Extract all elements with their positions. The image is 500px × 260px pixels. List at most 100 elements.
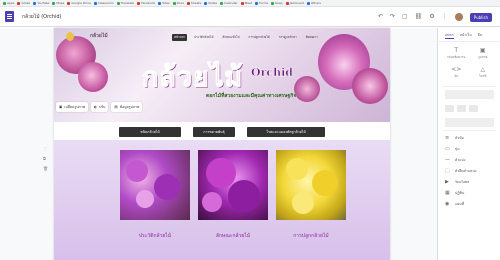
divider-icon: — <box>445 157 450 163</box>
pests-button[interactable]: โรคและแมลงศัตรูกล้วยไม้ <box>247 127 325 137</box>
bookmark-item[interactable]: Forms <box>255 1 268 5</box>
bookmark-item[interactable]: Apps <box>3 1 14 5</box>
nav-item[interactable]: ประวัติกล้วยไม้ <box>192 34 215 41</box>
bookmark-item[interactable]: Sheets <box>186 1 201 5</box>
editor-canvas: ⋮ ⧉ 🗑 กล้วยไม้ หน้าแรก ประวัติกล้วยไม้ ลัก… <box>0 28 438 260</box>
bookmark-item[interactable]: Google Drive <box>67 1 91 5</box>
orchid-photo[interactable] <box>276 150 346 220</box>
layout-placeholder[interactable] <box>445 90 494 99</box>
undo-icon[interactable]: ↶ <box>378 14 383 20</box>
bookmark-item[interactable]: Docs <box>172 1 184 5</box>
bookmark-favicon-icon <box>116 1 120 5</box>
site-logo-icon[interactable] <box>66 32 74 41</box>
header-type-button[interactable]: ▤ ข้อมูลรูปภาพ <box>111 102 143 112</box>
orchid-photo[interactable] <box>198 150 268 220</box>
bookmark-item[interactable]: Others <box>306 1 321 5</box>
layout-placeholder[interactable] <box>445 118 494 127</box>
insert-item-heading[interactable]: ≡ หัวข้อ <box>445 135 494 141</box>
document-title[interactable]: กล้วยไม้ (Orchid) <box>22 13 62 21</box>
bookmark-favicon-icon <box>240 1 244 5</box>
nav-item[interactable]: การปลูกกล้วยไม้ <box>247 34 272 41</box>
insert-text-box[interactable]: T กล่องข้อความ <box>445 47 468 60</box>
nav-item[interactable]: ติดต่อเรา <box>304 34 320 41</box>
publish-button[interactable]: Publish <box>469 12 492 22</box>
insert-drive[interactable]: △ ไดรฟ์ <box>472 66 495 79</box>
bookmark-item[interactable]: Slides <box>204 1 217 5</box>
bookmark-item[interactable]: YouTube <box>33 1 49 5</box>
bookmark-item[interactable]: Calendar <box>220 1 238 5</box>
bookmark-item[interactable]: Classroom <box>93 1 114 5</box>
bookmark-item[interactable]: Maps <box>52 1 64 5</box>
change-image-button[interactable]: ▣ เปลี่ยนรูปภาพ <box>56 102 88 112</box>
hero-subtitle-en[interactable]: Orchid <box>251 66 293 79</box>
avatar[interactable] <box>454 13 463 21</box>
more-icon[interactable]: ⋮ <box>442 14 448 20</box>
orchid-decoration <box>294 76 320 102</box>
google-sites-logo-icon[interactable] <box>5 11 14 22</box>
drag-handle-icon[interactable]: ⋮ <box>43 146 48 151</box>
bookmark-item[interactable]: Facebook <box>137 1 155 5</box>
insert-item-button[interactable]: ▭ ปุ่ม <box>445 146 494 152</box>
settings-icon[interactable]: ⚙ <box>429 14 434 20</box>
bookmark-favicon-icon <box>52 1 56 5</box>
button-row: ชนิดกล้วยไม้ การขยายพันธุ์ โรคและแมลงศัต… <box>54 125 390 139</box>
nav-item[interactable]: ลักษณะทั่วไป <box>220 34 241 41</box>
gallery-card[interactable]: การปลูกกล้วยไม้ <box>276 150 346 240</box>
bookmark-favicon-icon <box>255 1 259 5</box>
preview-icon[interactable]: ▢ <box>402 14 408 20</box>
propagation-button[interactable]: การขยายพันธุ์ <box>193 127 235 137</box>
gallery-card[interactable]: ลักษณะกล้วยไม้ <box>198 150 268 240</box>
divider <box>443 86 496 87</box>
bookmark-item[interactable]: Gmail <box>17 1 30 5</box>
bookmark-favicon-icon <box>285 1 289 5</box>
bookmark-item[interactable]: Translate <box>116 1 134 5</box>
image-icon: ▣ <box>59 105 63 109</box>
section-controls: ⋮ ⧉ 🗑 <box>43 146 48 171</box>
orchid-types-button[interactable]: ชนิดกล้วยไม้ <box>119 127 181 137</box>
heading-icon: ≡ <box>445 135 450 141</box>
insert-images[interactable]: ▣ รูปภาพ <box>472 47 495 60</box>
insert-item-youtube[interactable]: ▶ YouTube <box>445 179 494 185</box>
gallery-caption[interactable]: การปลูกกล้วยไม้ <box>276 232 346 240</box>
orchid-photo[interactable] <box>120 150 190 220</box>
nav-item[interactable]: การดูแลรักษา <box>277 34 299 41</box>
tab-themes[interactable]: ธีม <box>478 32 482 39</box>
bookmark-item[interactable]: Keep <box>271 1 283 5</box>
duplicate-icon[interactable]: ⧉ <box>43 156 48 161</box>
calendar-icon: ▦ <box>445 190 450 196</box>
adjust-button[interactable]: ◐ ปรับ <box>91 102 109 112</box>
layout-option[interactable] <box>445 105 454 112</box>
insert-list: ≡ หัวข้อ ▭ ปุ่ม — ตัวแบ่ง ⬚ ตัวยึดตำแหน่ง ▶ Y… <box>439 133 500 209</box>
tab-pages[interactable]: หน้าเว็บ <box>460 32 472 39</box>
page-header[interactable]: กล้วยไม้ หน้าแรก ประวัติกล้วยไม้ ลักษณะทั่… <box>54 28 390 122</box>
text-box-icon: T <box>454 47 459 54</box>
bookmark-favicon-icon <box>93 1 97 5</box>
insert-item-divider[interactable]: — ตัวแบ่ง <box>445 157 494 163</box>
editor-toolbar: ↶ ↷ ▢ ⛓ ⚙ ⋮ Publish <box>378 7 500 27</box>
image-gallery-section: ประวัติกล้วยไม้ ลักษณะกล้วยไม้ การปลูกกล… <box>54 140 390 260</box>
site-name[interactable]: กล้วยไม้ <box>90 32 108 40</box>
insert-item-map[interactable]: ◉ แผนที่ <box>445 201 494 207</box>
gallery-caption[interactable]: ประวัติกล้วยไม้ <box>120 232 190 240</box>
link-icon[interactable]: ⛓ <box>415 14 423 20</box>
tab-insert[interactable]: แทรก <box>445 32 454 39</box>
divider <box>443 130 496 131</box>
delete-icon[interactable]: 🗑 <box>43 166 48 171</box>
redo-icon[interactable]: ↷ <box>390 14 395 20</box>
insert-item-placeholder[interactable]: ⬚ ตัวยึดตำแหน่ง <box>445 168 494 174</box>
panel-tabs: แทรก หน้าเว็บ ธีม <box>439 28 500 42</box>
app-bar: กล้วยไม้ (Orchid) ↶ ↷ ▢ ⛓ ⚙ ⋮ Publish <box>0 7 500 27</box>
insert-embed[interactable]: <> ฝัง <box>445 66 468 79</box>
hero-tagline[interactable]: ดอกไม้ที่สวยงามและมีคุณค่าทางเศรษฐกิจ <box>206 92 296 100</box>
nav-item[interactable]: หน้าแรก <box>172 34 188 41</box>
gallery-caption[interactable]: ลักษณะกล้วยไม้ <box>198 232 268 240</box>
insert-item-calendar[interactable]: ▦ ปฏิทิน <box>445 190 494 196</box>
bookmark-item[interactable]: Jamboard <box>285 1 304 5</box>
bookmark-favicon-icon <box>306 1 310 5</box>
orchid-decoration <box>78 62 108 92</box>
bookmark-item[interactable]: Sites <box>158 1 170 5</box>
gallery-card[interactable]: ประวัติกล้วยไม้ <box>120 150 190 240</box>
layout-option[interactable] <box>469 105 478 112</box>
layout-option[interactable] <box>457 105 466 112</box>
bookmark-item[interactable]: Meet <box>240 1 252 5</box>
